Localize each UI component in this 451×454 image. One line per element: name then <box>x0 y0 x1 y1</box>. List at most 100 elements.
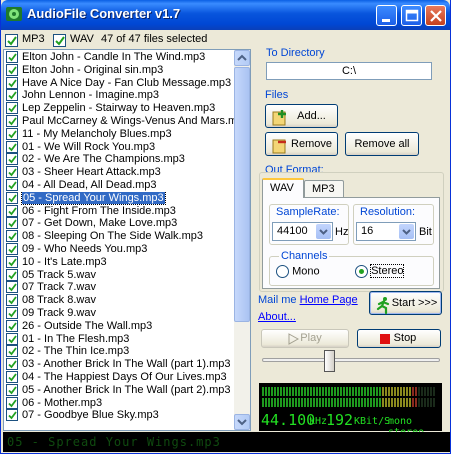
file-list-item[interactable]: 08 - Sleeping On The Side Walk.mp3 <box>4 230 236 243</box>
scroll-down-button[interactable] <box>234 414 250 430</box>
file-checkbox[interactable] <box>6 396 18 409</box>
maximize-button[interactable] <box>401 5 422 26</box>
file-checkbox[interactable] <box>6 204 18 217</box>
file-list-item[interactable]: 07 - Goodbye Blue Sky.mp3 <box>4 409 236 422</box>
file-list-item[interactable]: 05 - Spread Your Wings.mp3 <box>4 191 236 205</box>
file-list-item[interactable]: 11 - My Melancholy Blues.mp3 <box>4 127 236 141</box>
add-button[interactable]: Add... <box>265 104 338 128</box>
remove-all-button[interactable]: Remove all <box>345 132 419 156</box>
stereo-radio[interactable] <box>355 265 368 278</box>
file-list-item[interactable]: Paul McCarney & Wings-Venus And Mars.mp <box>4 114 236 128</box>
file-list-item[interactable]: 03 - Another Brick In The Wall (part 1).… <box>4 358 236 371</box>
file-list-item[interactable]: Elton John - Candle In The Wind.mp3 <box>4 51 236 64</box>
file-list-item[interactable]: 02 - The Thin Ice.mp3 <box>4 345 236 358</box>
file-list[interactable]: Elton John - Candle In The Wind.mp3 Elton… <box>3 49 251 431</box>
file-checkbox[interactable] <box>6 191 18 204</box>
file-list-item[interactable]: 08 Track 8.wav <box>4 294 236 307</box>
file-list-scrollbar[interactable] <box>234 50 250 430</box>
file-list-item[interactable]: 02 - We Are The Champions.mp3 <box>4 153 236 166</box>
file-checkbox[interactable] <box>6 166 18 179</box>
about-link[interactable]: About... <box>258 311 296 323</box>
file-checkbox[interactable] <box>6 281 18 294</box>
file-list-item[interactable]: 07 - Get Down, Make Love.mp3 <box>4 217 236 230</box>
file-name: 11 - My Melancholy Blues.mp3 <box>22 127 172 140</box>
file-checkbox[interactable] <box>6 102 18 115</box>
stop-button[interactable]: Stop <box>357 329 441 348</box>
directory-field[interactable]: C:\ <box>266 62 432 80</box>
file-list-item[interactable]: 07 Track 7.wav <box>4 281 236 294</box>
play-button[interactable]: Play <box>261 329 349 348</box>
file-checkbox[interactable] <box>6 178 18 191</box>
position-slider-thumb[interactable] <box>324 350 336 372</box>
file-checkbox[interactable] <box>6 153 18 166</box>
stereo-radio-option[interactable]: Stereo <box>355 264 405 279</box>
meter-segment <box>349 387 351 396</box>
mp3-filter-checkbox[interactable] <box>5 34 18 47</box>
meter-segment <box>397 398 399 407</box>
meter-segment <box>433 398 435 407</box>
file-name: Lep Zeppelin - Stairway to Heaven.mp3 <box>22 102 216 115</box>
meter-segment <box>274 398 276 407</box>
file-list-item[interactable]: Lep Zeppelin - Stairway to Heaven.mp3 <box>4 102 236 115</box>
file-list-item[interactable]: 01 - In The Flesh.mp3 <box>4 332 236 346</box>
file-checkbox[interactable] <box>6 383 18 396</box>
position-slider-track[interactable] <box>262 358 440 362</box>
meter-segment <box>427 398 429 407</box>
file-list-item[interactable]: 01 - We Will Rock You.mp3 <box>4 140 236 154</box>
file-checkbox[interactable] <box>6 76 18 89</box>
file-checkbox[interactable] <box>6 409 18 422</box>
file-list-item[interactable]: 04 - All Dead, All Dead.mp3 <box>4 178 236 192</box>
file-checkbox[interactable] <box>6 294 18 307</box>
tab-wav[interactable]: WAV <box>262 178 304 198</box>
file-list-item[interactable]: 05 - Another Brick In The Wall (part 2).… <box>4 383 236 397</box>
minimize-icon <box>382 19 390 22</box>
minimize-button[interactable] <box>376 5 397 26</box>
wav-filter-checkbox[interactable] <box>53 34 66 47</box>
file-list-item[interactable]: 10 - It's Late.mp3 <box>4 255 236 269</box>
add-file-icon <box>272 110 286 126</box>
file-checkbox[interactable] <box>6 127 18 140</box>
scroll-up-button[interactable] <box>234 50 250 66</box>
file-checkbox[interactable] <box>6 345 18 358</box>
file-list-item[interactable]: 05 Track 5.wav <box>4 268 236 282</box>
file-checkbox[interactable] <box>6 306 18 319</box>
file-checkbox[interactable] <box>6 255 18 268</box>
file-checkbox[interactable] <box>6 63 18 76</box>
file-list-item[interactable]: 04 - The Happiest Days Of Our Lives.mp3 <box>4 370 236 384</box>
file-list-item[interactable]: 06 - Fight From The Inside.mp3 <box>4 204 236 218</box>
file-checkbox[interactable] <box>6 358 18 371</box>
file-list-item[interactable]: 26 - Outside The Wall.mp3 <box>4 319 236 333</box>
file-checkbox[interactable] <box>6 217 18 230</box>
file-list-item[interactable]: John Lennon - Imagine.mp3 <box>4 89 236 102</box>
resolution-dropdown-button[interactable] <box>399 224 414 239</box>
file-list-item[interactable]: 03 - Sheer Heart Attack.mp3 <box>4 166 236 179</box>
file-checkbox[interactable] <box>6 114 18 127</box>
file-checkbox[interactable] <box>6 319 18 332</box>
file-checkbox[interactable] <box>6 268 18 281</box>
remove-button[interactable]: Remove <box>265 132 338 156</box>
file-checkbox[interactable] <box>6 370 18 383</box>
home-page-link[interactable]: Home Page <box>300 294 358 306</box>
file-list-item[interactable]: Have A Nice Day - Fan Club Message.mp3 <box>4 76 236 90</box>
close-button[interactable] <box>425 5 446 26</box>
file-checkbox[interactable] <box>6 51 18 63</box>
mono-radio[interactable] <box>276 265 289 278</box>
scroll-thumb[interactable] <box>234 67 250 322</box>
file-checkbox[interactable] <box>6 140 18 153</box>
title-bar[interactable]: AudioFile Converter v1.7 <box>1 0 450 30</box>
samplerate-dropdown-button[interactable] <box>316 224 331 239</box>
file-checkbox[interactable] <box>6 242 18 255</box>
file-list-item[interactable]: 09 Track 9.wav <box>4 306 236 320</box>
file-checkbox[interactable] <box>6 89 18 102</box>
start-button[interactable]: Start >>> <box>369 291 442 315</box>
meter-segment <box>271 387 273 396</box>
file-list-item[interactable]: 06 - Mother.mp3 <box>4 396 236 410</box>
file-list-item[interactable]: 09 - Who Needs You.mp3 <box>4 242 236 256</box>
resolution-select[interactable]: 16 <box>356 222 416 241</box>
file-checkbox[interactable] <box>6 230 18 243</box>
samplerate-select[interactable]: 44100 <box>272 222 333 241</box>
tab-mp3[interactable]: MP3 <box>304 180 344 198</box>
file-checkbox[interactable] <box>6 332 18 345</box>
file-list-item[interactable]: Elton John - Original sin.mp3 <box>4 63 236 77</box>
mono-radio-option[interactable]: Mono <box>276 265 320 278</box>
